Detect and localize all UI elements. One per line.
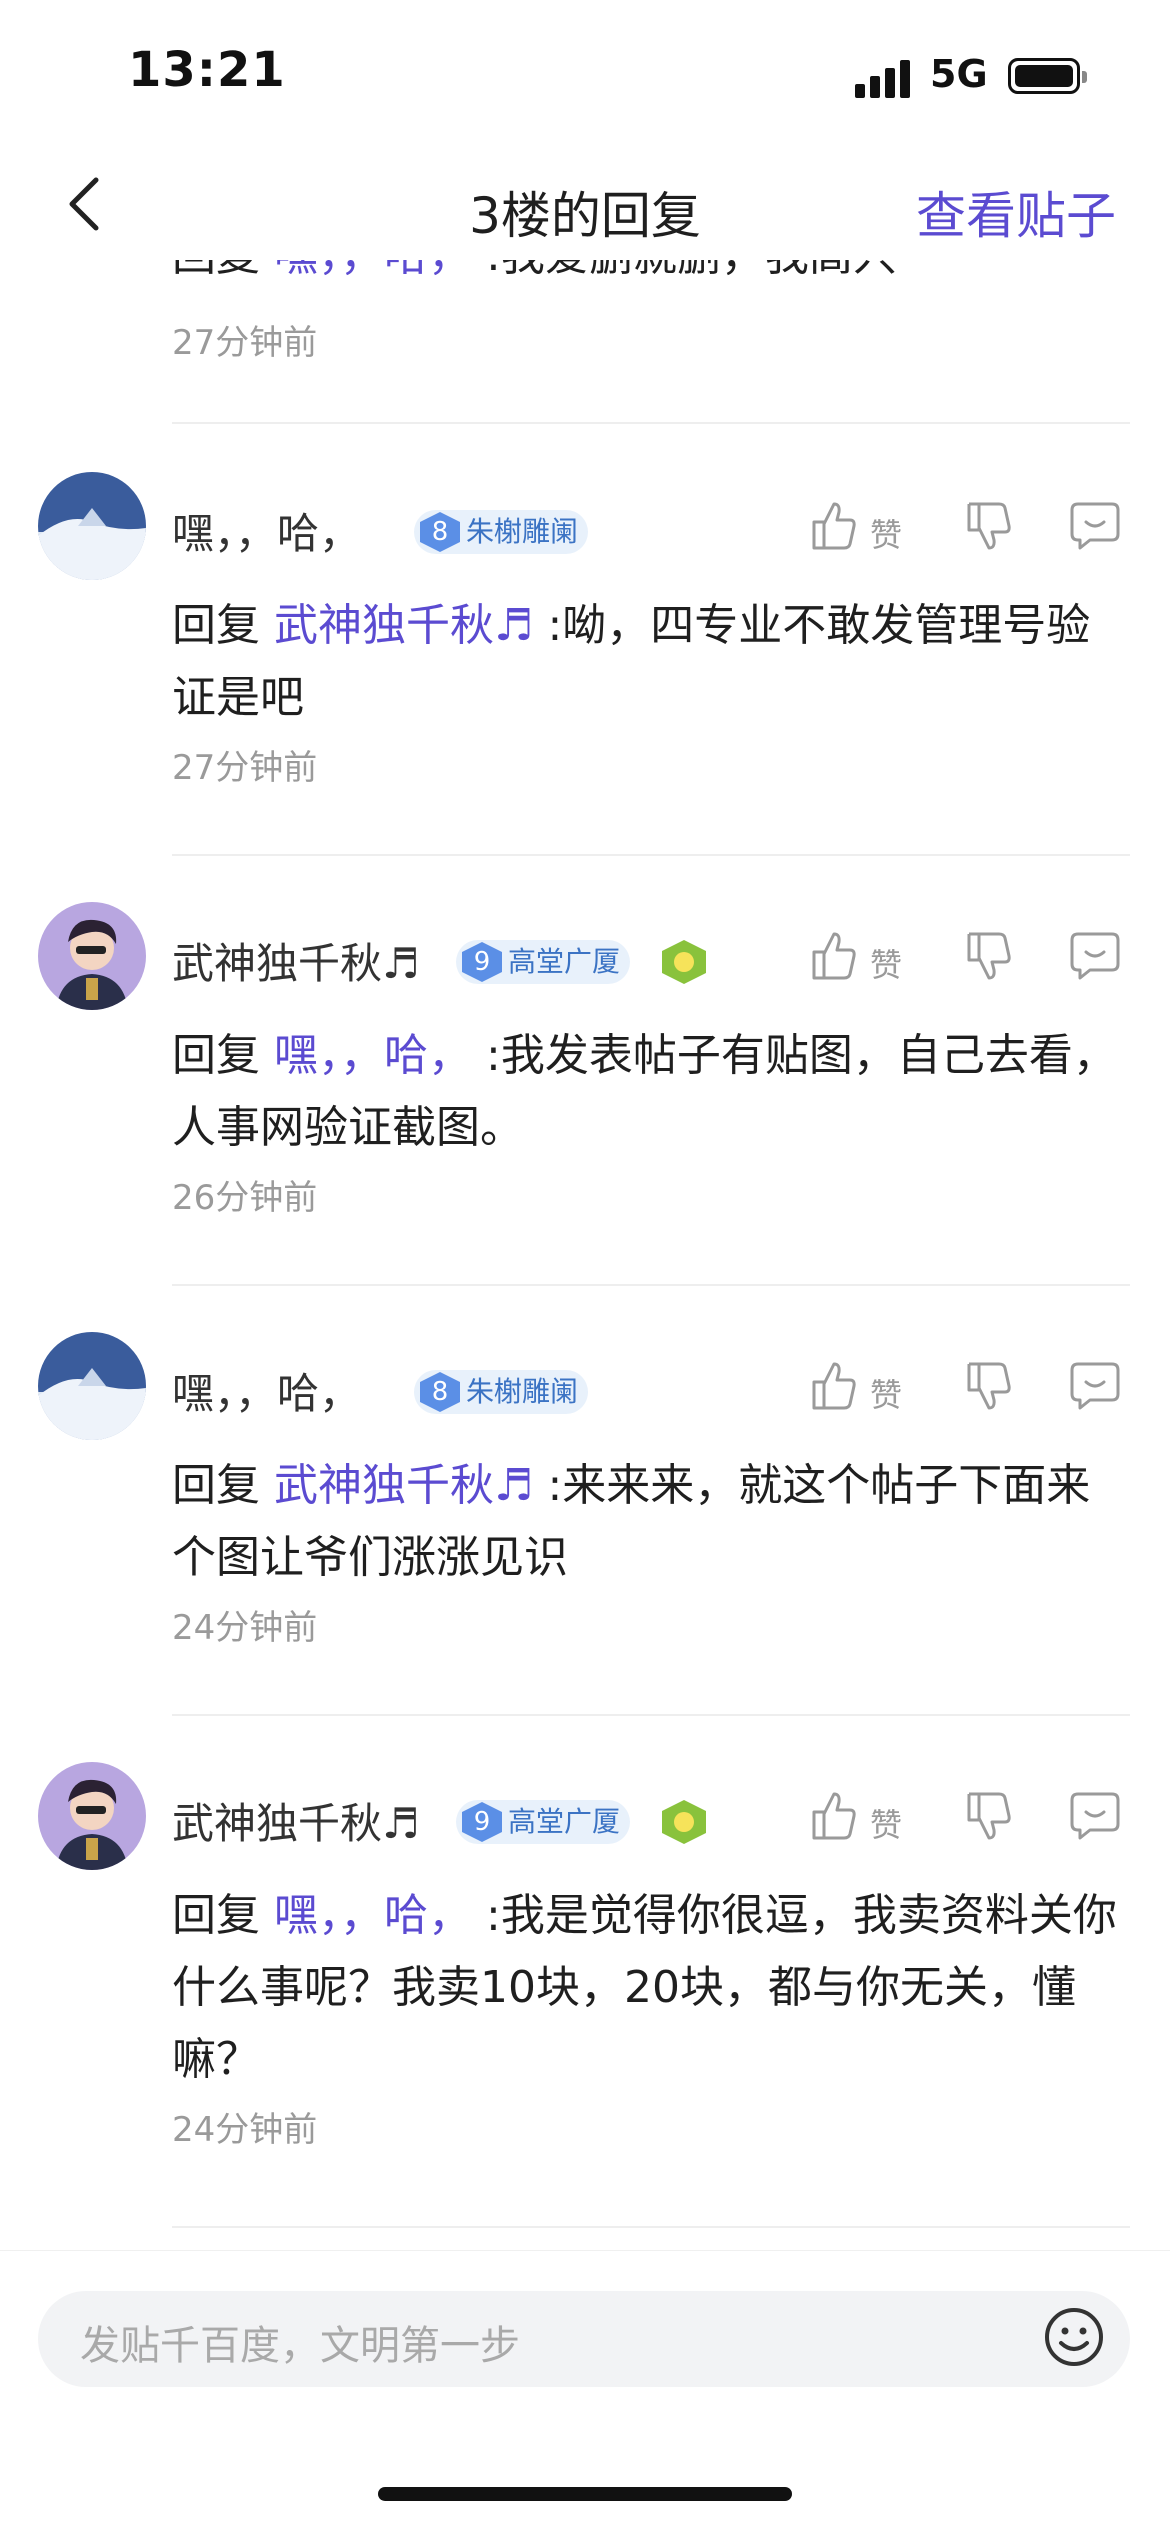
mention-link[interactable]: 嘿，，哈， (274, 260, 472, 281)
username[interactable]: 嘿，，哈， (172, 1360, 361, 1421)
level-hex-icon: 8 (420, 512, 460, 552)
thumbs-up-icon[interactable] (810, 500, 858, 552)
level-badge: 8 朱榭雕阑 (414, 510, 589, 554)
comment-text: 回复 嘿，，哈， :我发表帖子有贴图，自己去看，人事网验证截图。 (172, 1030, 1117, 1153)
comment-text: 回复 武神独千秋♬ :呦，四专业不敢发管理号验证是吧 (172, 600, 1091, 723)
divider (172, 1714, 1130, 1716)
divider (172, 1284, 1130, 1286)
divider (172, 854, 1130, 856)
level-badge: 9 高堂广厦 (456, 940, 631, 984)
level-hex-icon: 8 (420, 1372, 460, 1412)
network-type: 5G (930, 52, 988, 96)
reply-bubble-icon[interactable] (1068, 1790, 1122, 1842)
thumbs-down-icon[interactable] (965, 500, 1013, 552)
status-bar: 13:21 5G (0, 0, 1170, 150)
level-badge: 9 高堂广厦 (456, 1800, 631, 1844)
comment-actions: 赞 (810, 1790, 1130, 1850)
comment-actions: 赞 (810, 500, 1130, 560)
emoji-icon[interactable] (1042, 2305, 1106, 2369)
signal-icon (855, 58, 915, 98)
comment-item: 嘿，，哈， 8 朱榭雕阑 赞 回复 武神独千秋♬ :来来来，就这个帖子下面来个图… (0, 1332, 1170, 1712)
avatar[interactable] (38, 1332, 146, 1440)
comment-time: 24分钟前 (172, 2110, 318, 2150)
nav-bar: 3楼的回复 查看贴子 (0, 150, 1170, 260)
comment-time: 24分钟前 (172, 1608, 318, 1648)
mention-link[interactable]: 武神独千秋♬ (274, 600, 533, 651)
like-label[interactable]: 赞 (870, 510, 902, 556)
thumbs-down-icon[interactable] (965, 1790, 1013, 1842)
honor-hex-icon (662, 1800, 706, 1844)
thumbs-up-icon[interactable] (810, 1790, 858, 1842)
home-indicator (378, 2487, 792, 2501)
reply-list[interactable]: 回复 嘿，，哈， :我爱删就删，我高兴 27分钟前 嘿，，哈， 8 朱榭雕阑 赞… (0, 260, 1170, 2250)
comment-item: 武神独千秋♬ 9 高堂广厦 赞 回复 嘿，，哈， :我是觉得你很逗，我卖资料关你… (0, 1762, 1170, 2222)
like-label[interactable]: 赞 (870, 1370, 902, 1416)
level-hex-icon: 9 (462, 942, 502, 982)
level-badge: 8 朱榭雕阑 (414, 1370, 589, 1414)
comment-text: 回复 嘿，，哈， :我是觉得你很逗，我卖资料关你什么事呢？我卖10块，20块，都… (172, 1890, 1117, 2085)
thumbs-down-icon[interactable] (965, 1360, 1013, 1412)
comment-actions: 赞 (810, 1360, 1130, 1420)
reply-input[interactable]: 发贴千百度，文明第一步 (38, 2291, 1130, 2387)
thumbs-down-icon[interactable] (965, 930, 1013, 982)
reply-bubble-icon[interactable] (1068, 500, 1122, 552)
comment-actions: 赞 (810, 930, 1130, 990)
avatar[interactable] (38, 902, 146, 1010)
divider (172, 422, 1130, 424)
thumbs-up-icon[interactable] (810, 930, 858, 982)
comment-item: 武神独千秋♬ 9 高堂广厦 赞 回复 嘿，，哈， :我发表帖子有贴图，自己去看，… (0, 902, 1170, 1282)
reply-bubble-icon[interactable] (1068, 930, 1122, 982)
comment-text: 回复 武神独千秋♬ :来来来，就这个帖子下面来个图让爷们涨涨见识 (172, 1460, 1091, 1583)
username[interactable]: 武神独千秋♬ (172, 930, 420, 991)
mention-link[interactable]: 嘿，，哈， (274, 1890, 472, 1941)
avatar[interactable] (38, 472, 146, 580)
like-label[interactable]: 赞 (870, 1800, 902, 1846)
comment-item: 嘿，，哈， 8 朱榭雕阑 赞 回复 武神独千秋♬ :呦，四专业不敢发管理号验证是… (0, 472, 1170, 852)
username[interactable]: 武神独千秋♬ (172, 1790, 420, 1851)
comment-time: 27分钟前 (172, 748, 318, 788)
divider (172, 2226, 1130, 2228)
thumbs-up-icon[interactable] (810, 1360, 858, 1412)
view-post-link[interactable]: 查看贴子 (916, 176, 1116, 248)
mention-link[interactable]: 武神独千秋♬ (274, 1460, 533, 1511)
input-placeholder: 发贴千百度，文明第一步 (80, 2323, 520, 2369)
comment-time: 27分钟前 (172, 323, 318, 363)
level-hex-icon: 9 (462, 1802, 502, 1842)
status-time: 13:21 (128, 42, 286, 98)
honor-hex-icon (662, 940, 706, 984)
partial-reply-text: 回复 嘿，，哈， :我爱删就删，我高兴 (172, 260, 897, 292)
battery-icon (1008, 58, 1087, 94)
comment-time: 26分钟前 (172, 1178, 318, 1218)
reply-bubble-icon[interactable] (1068, 1360, 1122, 1412)
like-label[interactable]: 赞 (870, 940, 902, 986)
avatar[interactable] (38, 1762, 146, 1870)
bottom-bar: 发贴千百度，文明第一步 (0, 2250, 1170, 2533)
username[interactable]: 嘿，，哈， (172, 500, 361, 561)
mention-link[interactable]: 嘿，，哈， (274, 1030, 472, 1081)
